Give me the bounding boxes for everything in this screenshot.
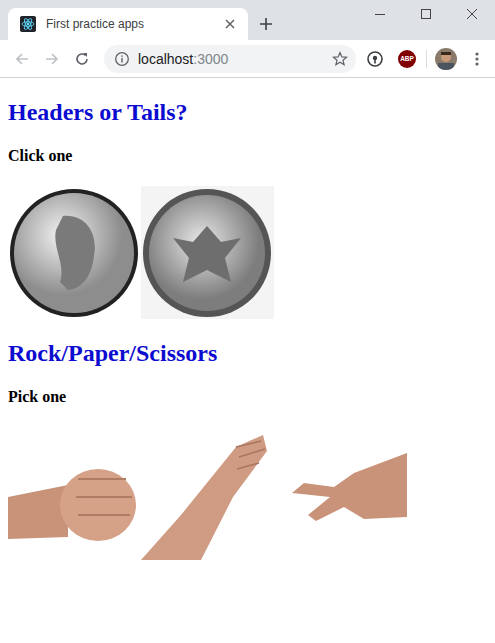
info-icon[interactable] [114,51,130,67]
url-host: localhost [138,51,193,67]
more-vertical-icon[interactable] [474,51,480,67]
picture-row [8,427,487,560]
plus-icon[interactable] [256,14,276,34]
key-lock-icon[interactable] [366,50,384,68]
section-heading: Rock/Paper/Scissors [8,339,487,367]
avatar-icon[interactable] [435,48,457,70]
close-icon[interactable] [449,0,495,28]
reload-icon[interactable] [74,51,90,67]
toolbar: localhost:3000 ABP [0,40,495,78]
rock-picture[interactable] [8,427,141,560]
minimize-button[interactable] [357,0,403,28]
toolbar-separator [426,50,427,68]
section-prompt: Click one [8,147,487,165]
menu-button[interactable] [465,47,489,71]
browser-tab[interactable]: First practice apps [8,8,248,40]
url-port: :3000 [193,51,228,67]
close-tab-icon[interactable] [222,16,238,32]
forward-button[interactable] [40,47,64,71]
reload-button[interactable] [70,47,94,71]
heads-picture[interactable] [8,186,141,319]
maximize-icon[interactable] [403,0,449,28]
tails-picture[interactable] [141,186,274,319]
minimize-icon[interactable] [357,0,403,28]
back-arrow-icon[interactable] [14,51,30,67]
section-prompt: Pick one [8,388,487,406]
back-button[interactable] [10,47,34,71]
maximize-button[interactable] [403,0,449,28]
tab-strip: First practice apps [0,0,495,40]
react-favicon-icon [20,16,36,32]
profile-button[interactable] [433,46,459,72]
url-text[interactable]: localhost:3000 [138,51,324,67]
scissors-picture[interactable] [274,427,407,560]
window-controls [357,0,495,28]
forward-arrow-icon[interactable] [44,51,60,67]
paper-picture[interactable] [141,427,274,560]
section-heading: Headers or Tails? [8,98,487,126]
new-tab-button[interactable] [256,8,276,40]
adblock-icon[interactable]: ABP [398,50,416,68]
tab-title: First practice apps [46,17,212,31]
star-icon[interactable] [332,51,348,67]
page-content: Headers or Tails? Click one Rock/Paper/Sci… [0,98,495,560]
password-extension[interactable] [362,46,388,72]
close-window-button[interactable] [449,0,495,28]
picture-row [8,186,487,319]
adblock-extension[interactable]: ABP [394,46,420,72]
address-bar[interactable]: localhost:3000 [104,45,356,73]
